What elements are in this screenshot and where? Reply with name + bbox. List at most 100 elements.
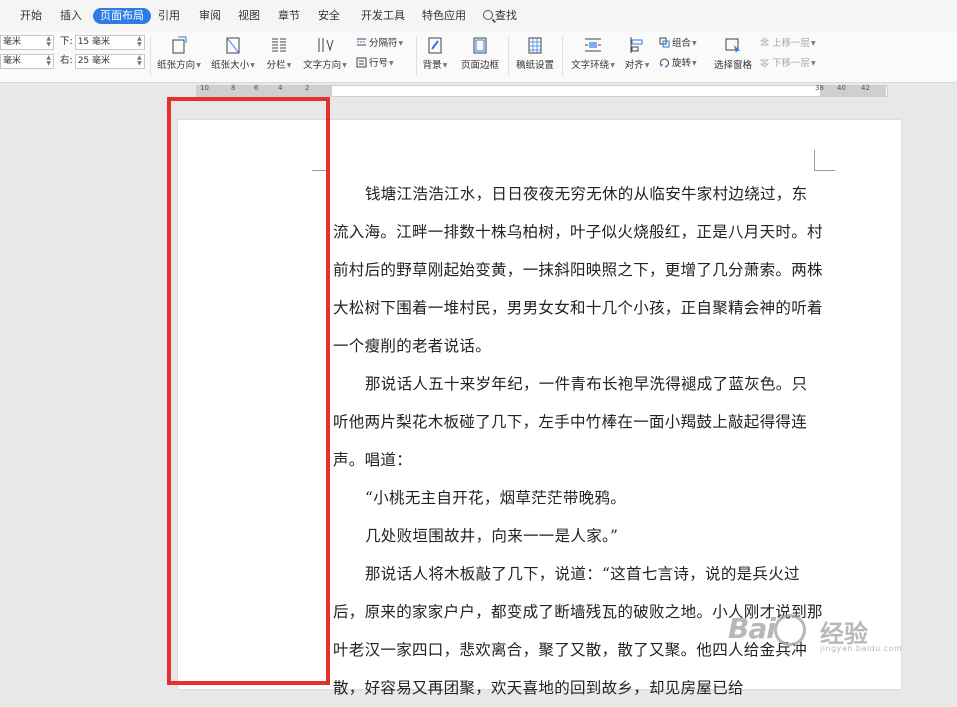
selection-pane-label: 选择窗格 — [713, 60, 752, 71]
margin-bottom-field[interactable]: 下: 15 毫米 ▲ ▼ — [60, 35, 145, 50]
text-direction-button[interactable]: 文字方向▼ — [301, 36, 349, 71]
ruler-number: 40 — [837, 84, 846, 92]
paper-size-icon — [226, 37, 240, 54]
horizontal-ruler[interactable]: 10 8 6 4 2 38 40 42 — [0, 83, 957, 97]
tab-page-layout[interactable]: 页面布局 — [93, 8, 151, 24]
ruler-right-margin — [820, 86, 886, 96]
tab-view[interactable]: 视图 — [238, 7, 260, 25]
margin-top-field[interactable]: 毫米 ▲ ▼ — [0, 35, 54, 50]
rotate-label: 旋转 — [672, 58, 692, 69]
margin-left-field[interactable]: 毫米 ▲ ▼ — [0, 54, 54, 69]
text-wrap-icon — [585, 38, 601, 52]
text-direction-icon — [318, 38, 334, 52]
orientation-label: 纸张方向 — [157, 60, 196, 71]
paper-size-button[interactable]: 纸张大小▼ — [209, 36, 257, 71]
manuscript-settings-label: 稿纸设置 — [515, 60, 554, 71]
spinner-icon[interactable]: ▲ ▼ — [46, 55, 51, 67]
ruler-number: 42 — [861, 84, 870, 92]
columns-icon — [272, 38, 286, 52]
paper-size-label: 纸张大小 — [211, 60, 250, 71]
bring-forward-button[interactable]: 上移一层▼ — [759, 37, 816, 51]
align-button[interactable]: 对齐▼ — [623, 36, 651, 71]
search-button[interactable]: 查找 — [483, 7, 517, 25]
spinner-icon[interactable]: ▲ ▼ — [137, 55, 142, 67]
spinner-icon[interactable]: ▲ ▼ — [137, 36, 142, 48]
search-icon — [483, 10, 493, 20]
tab-home[interactable]: 开始 — [20, 7, 42, 25]
ruler-number: 38 — [815, 84, 824, 92]
divider — [150, 36, 151, 76]
menu-tab-bar: 开始 插入 页面布局 引用 审阅 视图 章节 安全 开发工具 特色应用 查找 — [0, 0, 957, 32]
page-orientation-icon — [172, 36, 187, 54]
page-border-button[interactable]: 页面边框 — [458, 36, 502, 71]
margin-bottom-label: 下: — [60, 36, 73, 47]
margin-top-value: 毫米 — [3, 37, 22, 47]
separator-button[interactable]: 分隔符▼ — [356, 37, 403, 51]
tab-special-features[interactable]: 特色应用 — [422, 7, 466, 25]
ruler-number: 6 — [254, 84, 259, 92]
divider — [508, 36, 509, 76]
tab-references[interactable]: 引用 — [158, 7, 180, 25]
divider — [562, 36, 563, 76]
margin-right-field[interactable]: 右: 25 毫米 ▲ ▼ — [60, 54, 145, 69]
group-icon — [659, 37, 670, 48]
paragraph[interactable]: “小桃无主自开花，烟草茫茫带晚鸦。 — [333, 479, 823, 517]
page-border-icon — [473, 37, 487, 54]
group-label: 组合 — [672, 38, 692, 49]
tab-developer-tools[interactable]: 开发工具 — [361, 7, 405, 25]
ruler-left-margin — [197, 86, 332, 96]
ruler-number: 2 — [305, 84, 310, 92]
margin-right-value: 25 毫米 — [77, 56, 111, 66]
ribbon-toolbar: 毫米 ▲ ▼ 下: 15 毫米 ▲ ▼ 毫米 ▲ ▼ 右: 25 毫米 ▲ ▼ 纸张方向▼ 纸张大小… — [0, 32, 957, 83]
margin-left-value: 毫米 — [3, 56, 22, 66]
orientation-button[interactable]: 纸张方向▼ — [155, 36, 203, 71]
background-button[interactable]: 背景▼ — [420, 36, 450, 71]
document-body[interactable]: 钱塘江浩浩江水，日日夜夜无穷无休的从临安牛家村边绕过，东流入海。江畔一排数十株乌… — [333, 175, 823, 707]
align-label: 对齐 — [624, 60, 644, 71]
selection-pane-button[interactable]: 选择窗格 — [712, 36, 754, 71]
group-button[interactable]: 组合▼ — [659, 37, 697, 51]
background-icon — [428, 37, 442, 54]
manuscript-grid-icon — [528, 37, 542, 54]
ruler-number: 8 — [231, 84, 236, 92]
tab-chapter[interactable]: 章节 — [278, 7, 300, 25]
separator-icon — [357, 38, 366, 46]
search-label: 查找 — [495, 9, 517, 22]
ruler-number: 4 — [278, 84, 283, 92]
send-backward-icon — [759, 59, 770, 68]
paragraph[interactable]: 几处败垣围故井，向来一一是人家。” — [333, 517, 823, 555]
selection-pane-icon — [725, 38, 740, 53]
line-number-label: 行号 — [369, 58, 389, 69]
line-number-button[interactable]: 行号▼ — [356, 57, 394, 71]
page-border-label: 页面边框 — [460, 60, 499, 71]
tab-insert[interactable]: 插入 — [60, 7, 82, 25]
send-backward-button[interactable]: 下移一层▼ — [759, 57, 816, 71]
text-direction-label: 文字方向 — [303, 60, 342, 71]
tab-security[interactable]: 安全 — [318, 7, 340, 25]
separator-label: 分隔符 — [369, 38, 398, 49]
text-wrap-label: 文字环绕 — [571, 60, 610, 71]
margin-right-label: 右: — [60, 55, 73, 66]
spinner-icon[interactable]: ▲ ▼ — [46, 36, 51, 48]
rotate-button[interactable]: 旋转▼ — [659, 57, 697, 71]
paragraph[interactable]: 钱塘江浩浩江水，日日夜夜无穷无休的从临安牛家村边绕过，东流入海。江畔一排数十株乌… — [333, 175, 823, 365]
bring-forward-label: 上移一层 — [772, 38, 811, 49]
align-icon — [630, 37, 643, 53]
manuscript-settings-button[interactable]: 稿纸设置 — [513, 36, 557, 71]
send-backward-label: 下移一层 — [772, 58, 811, 69]
bring-forward-icon — [759, 37, 770, 46]
divider — [416, 36, 417, 76]
paragraph[interactable]: 那说话人将木板敲了几下，说道：“这首七言诗，说的是兵火过后，原来的家家户户，都变… — [333, 555, 823, 707]
background-label: 背景 — [422, 60, 442, 71]
rotate-icon — [659, 58, 669, 68]
columns-button[interactable]: 分栏▼ — [264, 36, 294, 71]
columns-label: 分栏 — [266, 60, 286, 71]
margin-corner-mark — [814, 150, 835, 171]
highlight-box — [167, 97, 330, 685]
ruler-number: 10 — [200, 84, 209, 92]
line-number-icon — [356, 57, 367, 68]
tab-review[interactable]: 审阅 — [199, 7, 221, 25]
paragraph[interactable]: 那说话人五十来岁年纪，一件青布长袍早洗得褪成了蓝灰色。只听他两片梨花木板碰了几下… — [333, 365, 823, 479]
text-wrap-button[interactable]: 文字环绕▼ — [568, 36, 618, 71]
margin-bottom-value: 15 毫米 — [77, 37, 111, 47]
